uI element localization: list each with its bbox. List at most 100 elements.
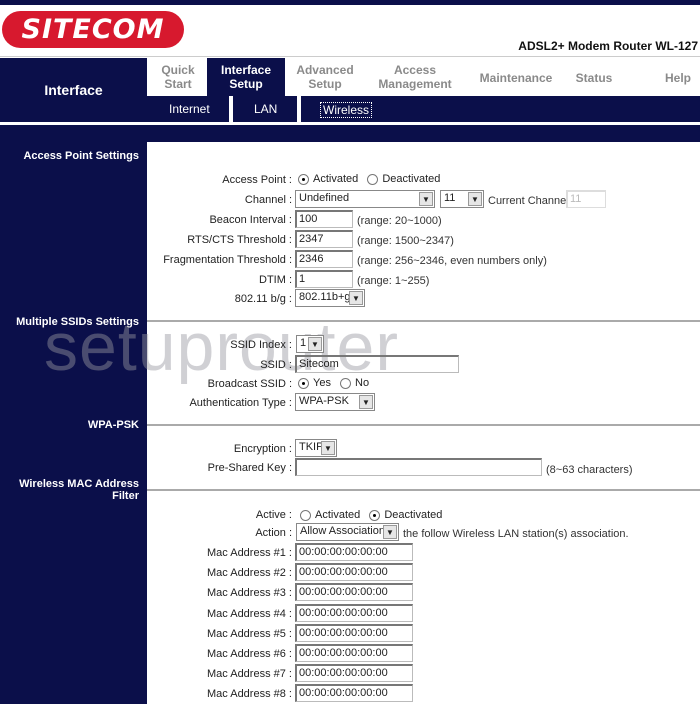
mac-filter-action-suffix: the follow Wireless LAN station(s) assoc… bbox=[403, 528, 629, 540]
mac-filter-action-select[interactable]: Allow Association ▼ bbox=[296, 523, 399, 541]
select-value: WPA-PSK bbox=[299, 395, 349, 407]
current-channel-label: Current Channel: bbox=[488, 195, 572, 207]
wireless-mode-label: 802.11 b/g : bbox=[234, 293, 292, 305]
dtim-input[interactable]: 1 bbox=[295, 270, 353, 288]
rts-threshold-label: RTS/CTS Threshold : bbox=[187, 234, 292, 246]
mac-address-input[interactable]: 00:00:00:00:00:00 bbox=[295, 623, 413, 642]
section-label-access-point: Access Point Settings bbox=[23, 150, 139, 162]
pre-shared-key-input[interactable] bbox=[295, 458, 542, 476]
tab-label: Quick bbox=[161, 63, 195, 77]
tab-label: Setup bbox=[308, 77, 342, 91]
chevron-down-icon: ▼ bbox=[321, 441, 335, 455]
header-bar bbox=[0, 125, 700, 142]
current-channel-field: 11 bbox=[566, 190, 606, 208]
fragmentation-range-hint: (range: 256~2346, even numbers only) bbox=[357, 255, 547, 267]
subtab-lan[interactable]: LAN bbox=[254, 102, 277, 116]
ssid-index-label: SSID Index : bbox=[230, 339, 292, 351]
section-divider bbox=[147, 489, 700, 491]
rts-range-hint: (range: 1500~2347) bbox=[357, 235, 454, 247]
ssid-index-select[interactable]: 1 ▼ bbox=[296, 335, 324, 353]
select-value: Allow Association bbox=[300, 525, 385, 537]
encryption-select[interactable]: TKIP ▼ bbox=[295, 439, 337, 457]
chevron-down-icon: ▼ bbox=[468, 192, 482, 206]
mac-address-input[interactable]: 00:00:00:00:00:00 bbox=[295, 664, 413, 683]
ssid-input[interactable]: Sitecom bbox=[295, 355, 459, 373]
tab-access-management[interactable]: Access Management bbox=[370, 58, 460, 96]
subtab-separator bbox=[297, 96, 301, 122]
subtab-wireless[interactable]: Wireless bbox=[320, 102, 373, 118]
channel-region-select[interactable]: Undefined ▼ bbox=[295, 190, 435, 208]
section-label-line: Filter bbox=[112, 490, 139, 502]
radio-mac-deactivated[interactable] bbox=[369, 509, 381, 521]
channel-label: Channel : bbox=[244, 194, 292, 206]
tab-quick-start[interactable]: Quick Start bbox=[150, 58, 206, 96]
radio-broadcast-yes[interactable] bbox=[298, 377, 309, 389]
fragmentation-threshold-input[interactable]: 2346 bbox=[295, 250, 353, 268]
mac-address-label: Mac Address #4 : bbox=[207, 607, 292, 620]
mac-address-input[interactable]: 00:00:00:00:00:00 bbox=[295, 684, 413, 703]
beacon-range-hint: (range: 20~1000) bbox=[357, 215, 442, 227]
mac-address-input[interactable]: 00:00:00:00:00:00 bbox=[295, 543, 413, 561]
chevron-down-icon: ▼ bbox=[349, 291, 363, 305]
tab-label: Status bbox=[575, 71, 613, 85]
mac-address-input[interactable]: 00:00:00:00:00:00 bbox=[295, 603, 413, 622]
select-value: Undefined bbox=[299, 192, 350, 204]
access-point-radio-group: Activated Deactivated bbox=[298, 173, 446, 185]
radio-ap-deactivated[interactable] bbox=[367, 173, 379, 185]
subtab-internet[interactable]: Internet bbox=[169, 102, 210, 116]
mac-address-input[interactable]: 00:00:00:00:00:00 bbox=[295, 644, 413, 662]
mac-filter-radio-group: Activated Deactivated bbox=[300, 509, 448, 521]
radio-label: No bbox=[355, 377, 370, 389]
mac-address-label: Mac Address #7 : bbox=[207, 668, 292, 681]
tab-label: Management bbox=[378, 77, 452, 91]
pre-shared-key-label: Pre-Shared Key : bbox=[207, 462, 292, 474]
radio-label: Deactivated bbox=[382, 173, 441, 185]
radio-ap-activated[interactable] bbox=[298, 173, 309, 185]
tab-label: Help bbox=[664, 71, 691, 85]
section-label-wpa-psk: WPA-PSK bbox=[87, 419, 139, 431]
radio-mac-activated[interactable] bbox=[300, 509, 311, 521]
tab-label: Access bbox=[393, 63, 437, 77]
section-label-multiple-ssids: Multiple SSIDs Settings bbox=[16, 316, 139, 328]
tab-help[interactable]: Help bbox=[656, 58, 700, 96]
mac-address-label: Mac Address #8 : bbox=[207, 688, 292, 701]
header: SITECOM ADSL2+ Modem Router WL-127 bbox=[0, 5, 700, 57]
channel-select[interactable]: 11 ▼ bbox=[440, 190, 484, 208]
mac-address-input[interactable]: 00:00:00:00:00:00 bbox=[295, 583, 413, 602]
beacon-interval-label: Beacon Interval : bbox=[209, 214, 292, 226]
select-value: 802.11b+g bbox=[299, 291, 351, 303]
beacon-interval-input[interactable]: 100 bbox=[295, 210, 353, 228]
radio-label: Deactivated bbox=[384, 509, 443, 521]
section-divider bbox=[147, 424, 700, 426]
section-label-line: Wireless MAC Address bbox=[19, 478, 139, 490]
subtab-separator bbox=[229, 96, 233, 122]
dtim-label: DTIM : bbox=[259, 274, 292, 286]
fragmentation-threshold-label: Fragmentation Threshold : bbox=[163, 254, 292, 266]
select-value: 11 bbox=[444, 192, 456, 204]
tab-maintenance[interactable]: Maintenance bbox=[472, 58, 560, 96]
radio-label: Activated bbox=[313, 173, 359, 185]
encryption-label: Encryption : bbox=[233, 443, 292, 455]
psk-length-hint: (8~63 characters) bbox=[546, 464, 633, 476]
section-label-mac-filter: Wireless MAC Address Filter bbox=[0, 478, 139, 502]
authentication-type-select[interactable]: WPA-PSK ▼ bbox=[295, 393, 375, 411]
product-name: ADSL2+ Modem Router WL-127 bbox=[518, 39, 698, 53]
select-value: 1 bbox=[300, 337, 307, 349]
mac-address-label: Mac Address #3 : bbox=[207, 587, 292, 600]
tab-label: Advanced bbox=[296, 63, 354, 77]
tab-label: Start bbox=[164, 77, 192, 91]
dtim-range-hint: (range: 1~255) bbox=[357, 275, 430, 287]
ssid-label: SSID : bbox=[260, 359, 292, 371]
sitecom-logo: SITECOM bbox=[2, 11, 184, 48]
tab-label: Interface bbox=[220, 63, 272, 77]
tab-status[interactable]: Status bbox=[570, 58, 618, 96]
tab-advanced-setup[interactable]: Advanced Setup bbox=[287, 58, 363, 96]
section-title: Interface bbox=[0, 58, 147, 122]
mac-address-label: Mac Address #1 : bbox=[207, 547, 292, 559]
mac-address-input[interactable]: 00:00:00:00:00:00 bbox=[295, 563, 413, 582]
tab-interface-setup[interactable]: Interface Setup bbox=[207, 58, 285, 96]
wireless-mode-select[interactable]: 802.11b+g ▼ bbox=[295, 289, 365, 307]
radio-broadcast-no[interactable] bbox=[340, 377, 352, 389]
rts-threshold-input[interactable]: 2347 bbox=[295, 230, 353, 248]
broadcast-ssid-label: Broadcast SSID : bbox=[207, 378, 292, 390]
